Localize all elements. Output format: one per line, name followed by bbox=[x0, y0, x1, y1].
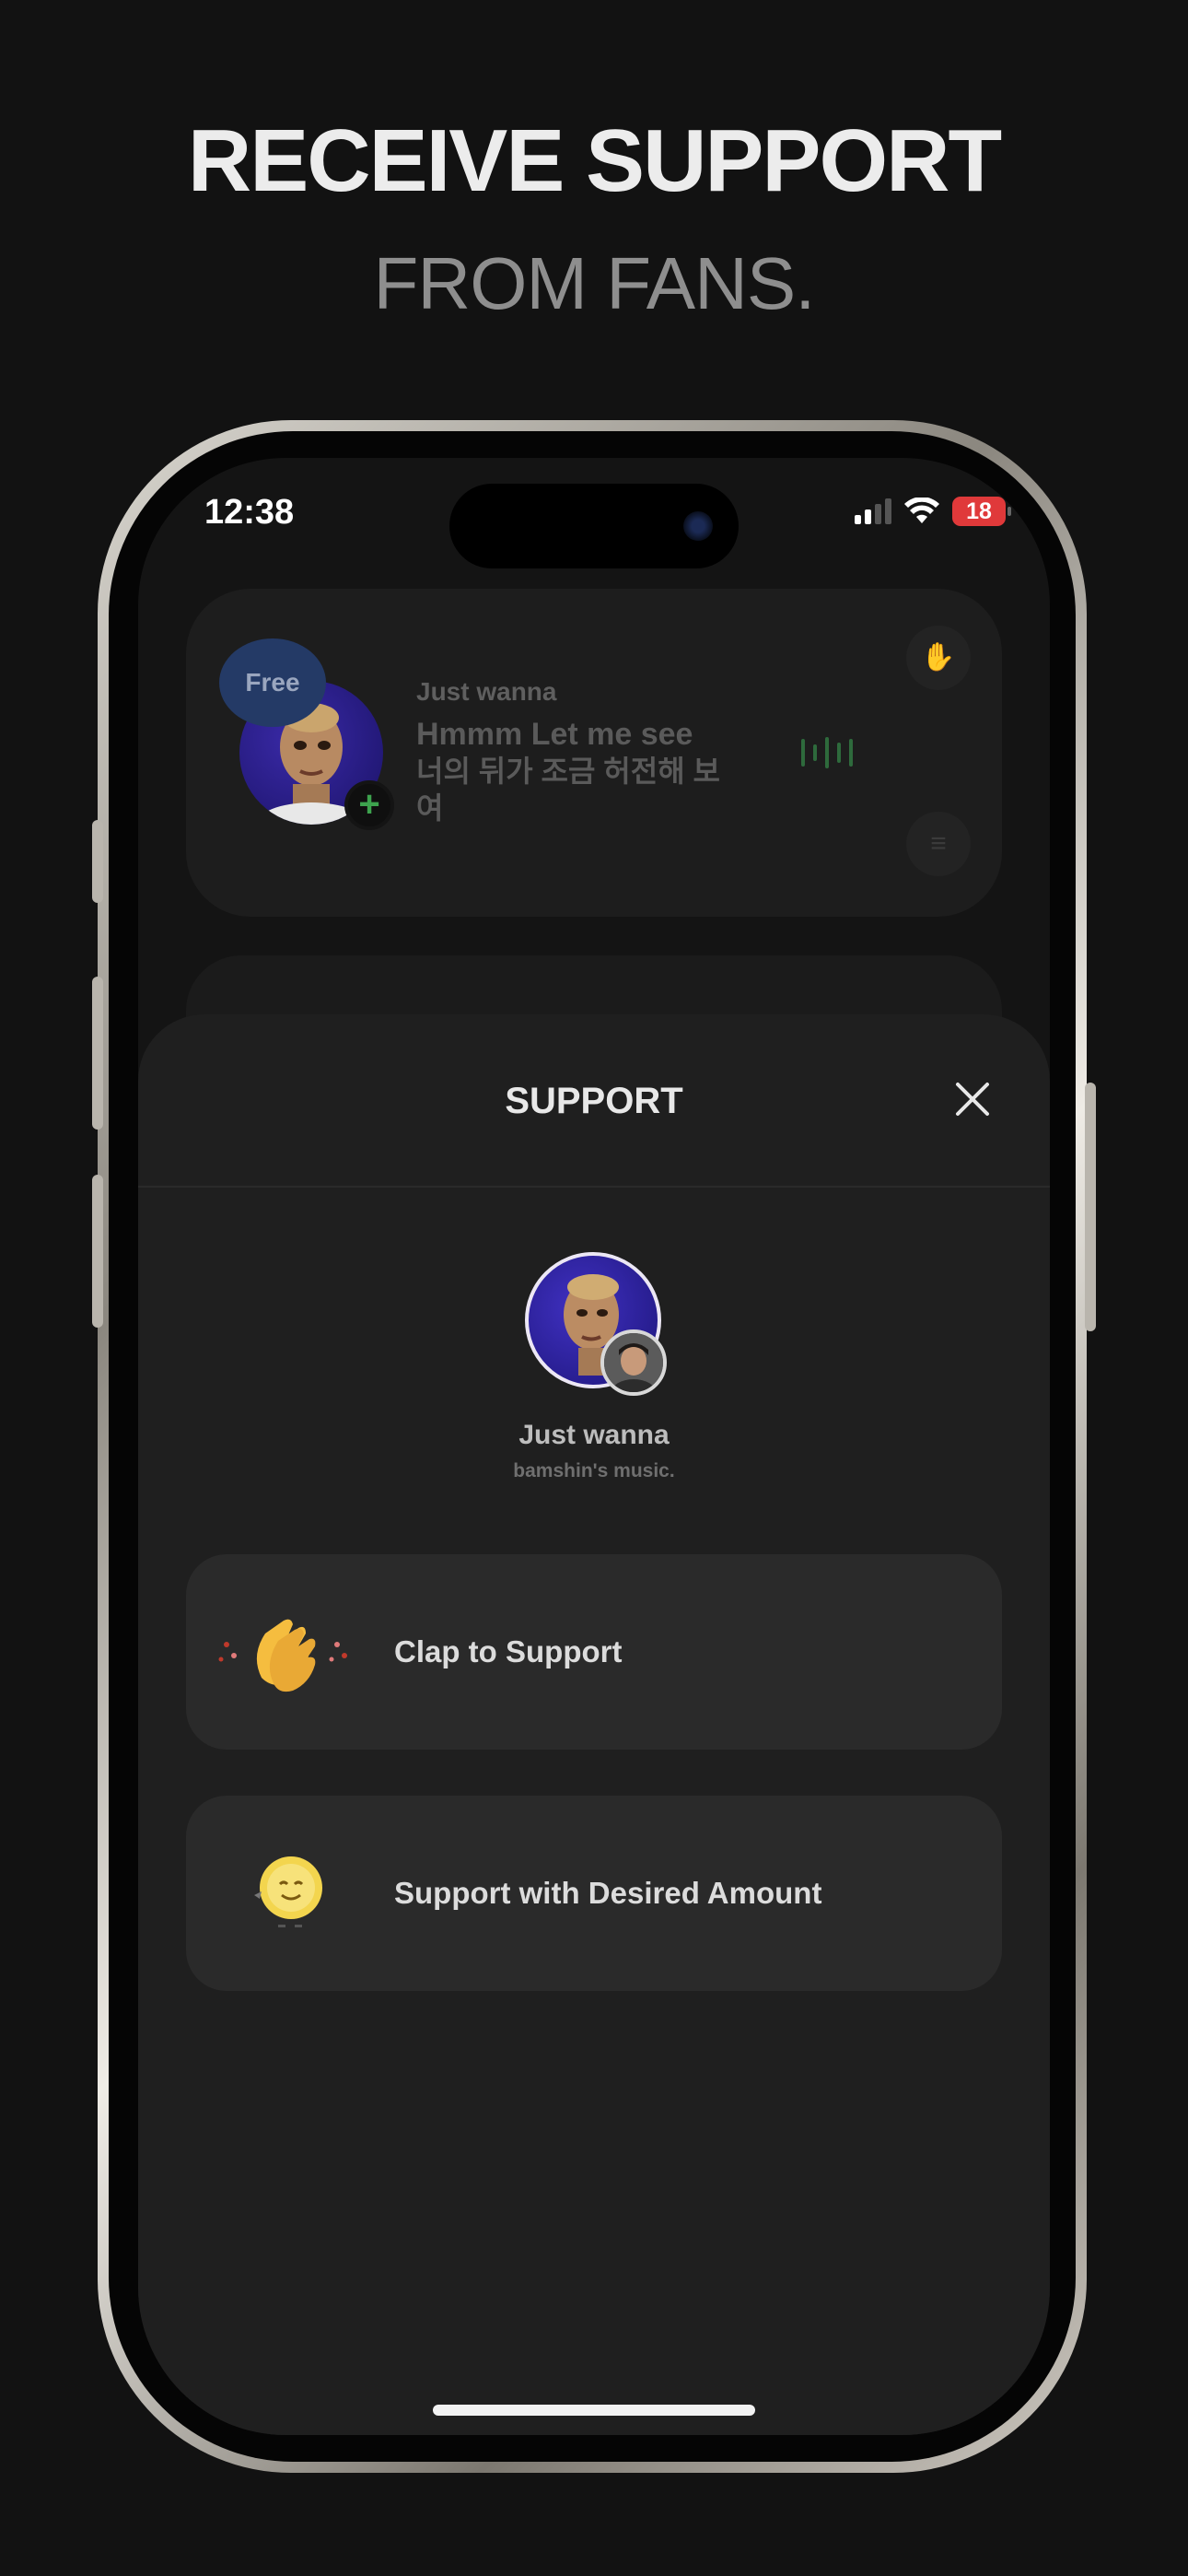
camera-icon bbox=[683, 511, 713, 541]
cellular-signal-icon bbox=[855, 498, 891, 524]
free-badge: Free bbox=[219, 638, 326, 727]
track-card[interactable]: Free + Just wanna Hmmm Let me see 너의 뒤가 … bbox=[186, 589, 1002, 917]
clap-emoji-icon bbox=[218, 1619, 347, 1692]
user-avatar bbox=[600, 1329, 667, 1396]
battery-icon: 18 bbox=[952, 497, 1011, 526]
wifi-icon bbox=[904, 498, 939, 523]
close-icon[interactable] bbox=[952, 1079, 993, 1119]
user-photo bbox=[604, 1333, 663, 1392]
menu-icon[interactable]: ≡ bbox=[906, 812, 971, 876]
dynamic-island bbox=[449, 484, 739, 568]
clap-to-support-button[interactable]: Clap to Support bbox=[186, 1554, 1002, 1750]
sheet-title: SUPPORT bbox=[505, 1081, 683, 1121]
power-button bbox=[1085, 1083, 1096, 1331]
promo-headline: RECEIVE SUPPORT bbox=[187, 111, 1002, 210]
card-artist-name: Just wanna bbox=[416, 677, 557, 706]
option-label: Clap to Support bbox=[394, 1634, 623, 1669]
action-button bbox=[92, 820, 103, 903]
support-desired-amount-button[interactable]: Support with Desired Amount bbox=[186, 1796, 1002, 1991]
add-icon[interactable]: + bbox=[344, 780, 394, 830]
divider bbox=[138, 1186, 1050, 1188]
lyric-line: 너의 뒤가 조금 허전해 보 bbox=[416, 755, 720, 788]
sheet-artist-name: Just wanna bbox=[518, 1420, 670, 1450]
sheet-album-name: bamshin's music. bbox=[513, 1460, 675, 1481]
coin-emoji-icon bbox=[254, 1856, 322, 1927]
option-label: Support with Desired Amount bbox=[394, 1876, 822, 1910]
phone-screen: 12:38 18 Free + Just wanna Hmmm Let me s… bbox=[138, 458, 1050, 2435]
status-icons: 18 bbox=[855, 497, 1011, 526]
lyric-line: 여 bbox=[416, 791, 444, 825]
volume-down-button bbox=[92, 1175, 103, 1328]
promo-subline: FROM FANS. bbox=[373, 242, 816, 324]
status-time: 12:38 bbox=[204, 493, 295, 532]
support-sheet: SUPPORT Just wanna bamshin's music. Clap… bbox=[138, 1014, 1050, 2435]
card-lyrics: Hmmm Let me see 너의 뒤가 조금 허전해 보 여 bbox=[416, 716, 757, 826]
volume-up-button bbox=[92, 977, 103, 1130]
waveform-icon bbox=[801, 734, 853, 771]
lyric-line: Hmmm Let me see bbox=[416, 717, 693, 752]
clap-icon[interactable]: ✋ bbox=[906, 626, 971, 690]
home-indicator[interactable] bbox=[433, 2405, 755, 2416]
